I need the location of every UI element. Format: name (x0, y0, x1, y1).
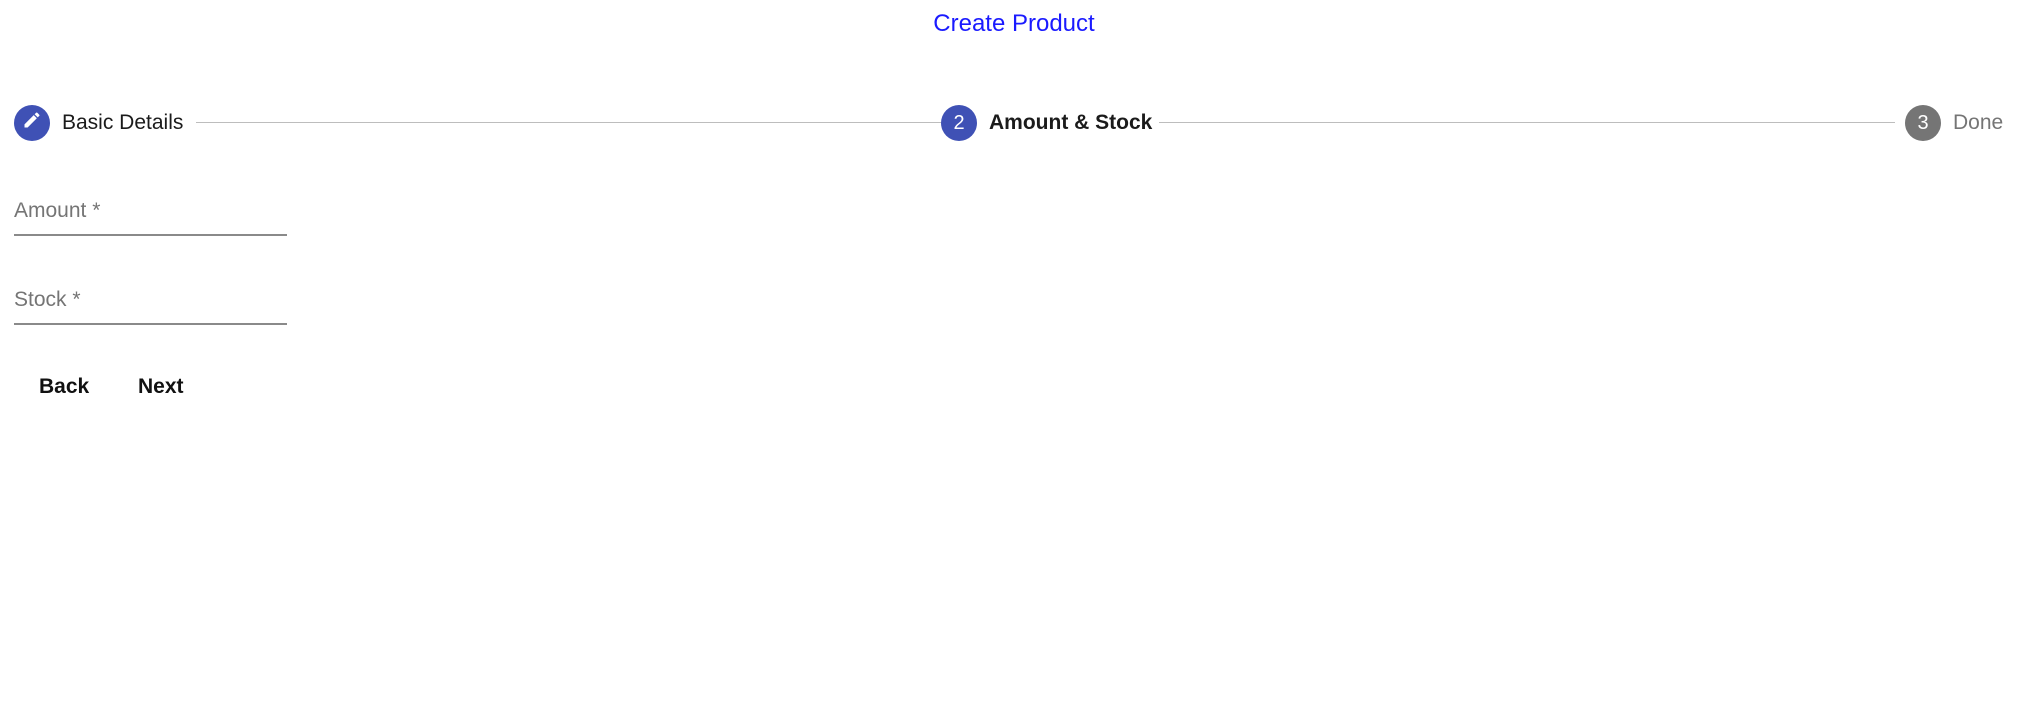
step-3-number: 3 (1917, 111, 1929, 134)
step-connector-1 (196, 122, 942, 123)
next-button[interactable]: Next (126, 362, 196, 412)
step-2-number: 2 (953, 111, 965, 134)
back-button[interactable]: Back (27, 362, 101, 412)
amount-field[interactable]: Amount * (14, 198, 287, 236)
amount-underline (14, 234, 287, 236)
amount-field-label: Amount * (14, 199, 101, 222)
step-3-label: Done (1953, 111, 2004, 134)
step-3-circle: 3 (1905, 105, 1941, 141)
page-title: Create Product (0, 8, 2020, 40)
amount-input[interactable] (14, 224, 287, 234)
page-title-text: Create Product (933, 10, 1095, 37)
stock-field-label: Stock * (14, 288, 81, 311)
step-1-circle (14, 105, 50, 141)
stock-input[interactable] (14, 313, 287, 323)
step-2-circle: 2 (941, 105, 977, 141)
step-1-label: Basic Details (62, 111, 184, 134)
pencil-icon (22, 110, 42, 136)
stock-field[interactable]: Stock * (14, 287, 287, 325)
stepper: Basic Details 2 Amount & Stock 3 Done (14, 103, 2003, 143)
step-basic-details[interactable]: Basic Details (14, 103, 183, 143)
step-amount-stock[interactable]: 2 Amount & Stock (941, 103, 1152, 143)
step-connector-2 (1159, 122, 1895, 123)
stock-underline (14, 323, 287, 325)
step-2-label: Amount & Stock (989, 111, 1153, 134)
step-done[interactable]: 3 Done (1905, 103, 2003, 143)
